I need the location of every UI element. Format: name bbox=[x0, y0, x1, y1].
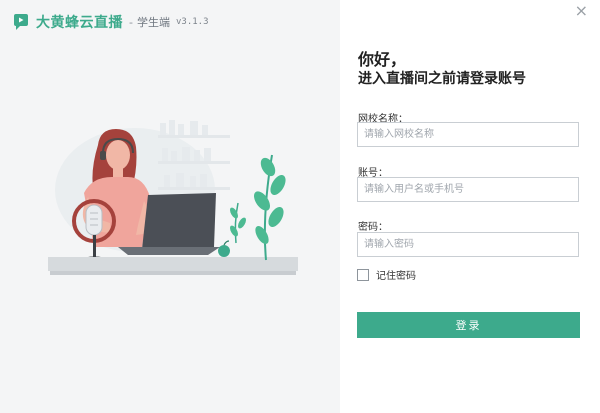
student-laptop-microphone-illustration bbox=[48, 120, 298, 275]
title-separator: - bbox=[129, 15, 133, 29]
remember-checkbox[interactable] bbox=[357, 268, 369, 281]
password-input[interactable] bbox=[357, 232, 579, 257]
school-input[interactable] bbox=[357, 122, 579, 147]
login-button[interactable]: 登录 bbox=[357, 312, 580, 338]
app-logo-icon bbox=[14, 14, 28, 30]
app-name: 大黄蜂云直播 bbox=[36, 15, 123, 31]
close-icon[interactable]: × bbox=[575, 3, 588, 19]
left-panel: 大黄蜂云直播 - 学生端 v3.1.3 bbox=[0, 0, 340, 413]
brand: 大黄蜂云直播 - 学生端 v3.1.3 bbox=[12, 12, 209, 32]
remember-password-toggle[interactable]: 记住密码 bbox=[357, 267, 416, 282]
account-input[interactable] bbox=[357, 177, 579, 202]
app-subtitle: 学生端 bbox=[136, 16, 170, 29]
login-heading: 进入直播间之前请登录账号 bbox=[358, 71, 526, 87]
password-label: 密码： bbox=[358, 222, 388, 233]
app-version: v3.1.3 bbox=[175, 17, 209, 27]
greeting: 你好， bbox=[358, 50, 407, 69]
remember-password-label: 记住密码 bbox=[376, 271, 416, 282]
